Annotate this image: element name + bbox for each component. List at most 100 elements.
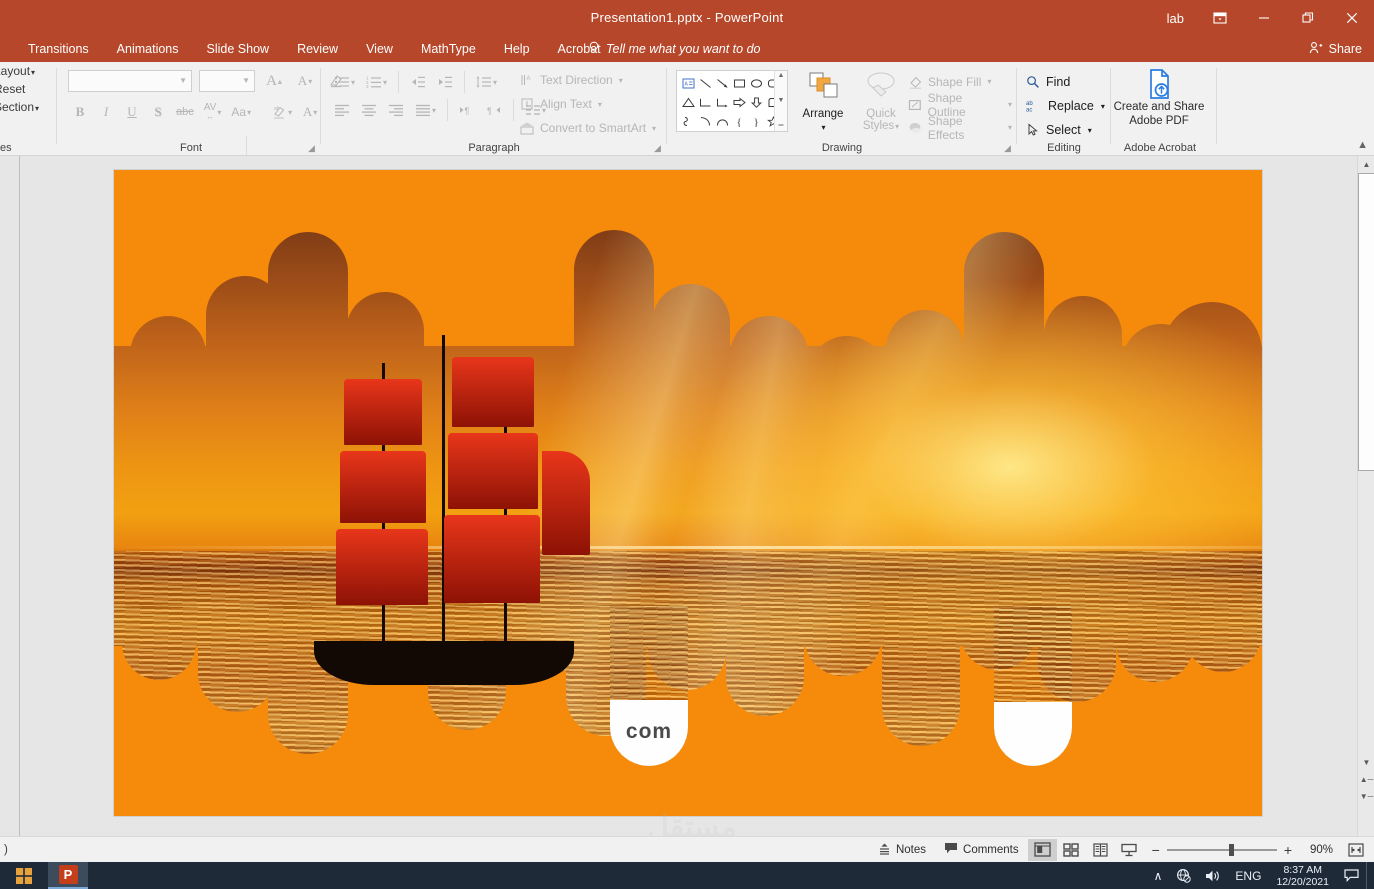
decrease-font-size-button[interactable]: A ▾	[293, 69, 317, 93]
zoom-slider-knob[interactable]	[1228, 843, 1234, 856]
right-brace-shape[interactable]: }	[748, 112, 765, 131]
scroll-up-icon[interactable]: ▲	[1358, 156, 1374, 173]
vertical-scrollbar[interactable]: ▲ ▼ ▲─ ▼─	[1357, 156, 1374, 836]
text-highlight-color-button[interactable]: ab ▾	[267, 100, 296, 124]
italic-button[interactable]: I	[94, 100, 118, 124]
tab-review[interactable]: Review	[283, 36, 352, 62]
slide-show-icon[interactable]	[1115, 839, 1144, 861]
align-center-icon[interactable]	[357, 98, 381, 122]
tell-me-search[interactable]: Tell me what you want to do	[588, 36, 761, 62]
create-and-share-adobe-pdf-button[interactable]: Create and Share Adobe PDF	[1104, 68, 1214, 128]
zoom-slider[interactable]	[1166, 843, 1277, 856]
align-left-icon[interactable]	[330, 98, 354, 122]
font-name-input[interactable]: ▼	[68, 70, 192, 92]
arrange-button[interactable]: Arrange ▾	[798, 70, 848, 134]
scroll-down-icon[interactable]: ▼	[1358, 754, 1374, 771]
change-case-button[interactable]: Aa ▾	[227, 100, 255, 124]
zoom-percentage[interactable]: 90%	[1299, 844, 1333, 856]
white-dome-shape[interactable]	[994, 606, 1072, 766]
tab-slide-show[interactable]: Slide Show	[193, 36, 284, 62]
slide-sorter-icon[interactable]	[1057, 839, 1086, 861]
tab-view[interactable]: View	[352, 36, 407, 62]
triangle-shape[interactable]	[680, 93, 697, 112]
zoom-out-button[interactable]: −	[1152, 842, 1160, 858]
volume-icon[interactable]	[1198, 869, 1228, 883]
arrow-shape[interactable]	[714, 74, 731, 93]
show-desktop-button[interactable]	[1366, 862, 1374, 889]
layout-button[interactable]: Layout▾	[0, 62, 50, 80]
normal-view-icon[interactable]	[1027, 838, 1057, 861]
share-button[interactable]: Share	[1309, 36, 1362, 62]
line-shape[interactable]	[697, 74, 714, 93]
notes-button[interactable]: Notes	[869, 839, 935, 861]
tray-chevron-icon[interactable]: ∧	[1147, 869, 1170, 883]
restore-icon[interactable]	[1286, 0, 1330, 36]
increase-font-size-button[interactable]: A ▴	[262, 69, 286, 93]
reading-view-icon[interactable]	[1086, 839, 1115, 861]
white-shape-with-text[interactable]: com	[610, 606, 688, 766]
scribble-shape[interactable]	[680, 112, 697, 131]
tab-mathtype[interactable]: MathType	[407, 36, 490, 62]
right-to-left-icon[interactable]: ¶	[482, 98, 506, 122]
language-indicator[interactable]: ENG	[1228, 869, 1268, 883]
select-button[interactable]: Select ▾	[1026, 118, 1105, 142]
shapes-more-icon[interactable]: ═	[779, 122, 784, 130]
zoom-in-button[interactable]: +	[1284, 842, 1292, 858]
oval-shape[interactable]	[748, 74, 765, 93]
decrease-indent-icon[interactable]	[406, 70, 430, 94]
slide-thumbnail-pane[interactable]	[0, 156, 20, 836]
curve-shape[interactable]	[714, 112, 731, 131]
font-color-button[interactable]: A ▾	[298, 100, 322, 124]
pane-splitter[interactable]	[20, 156, 22, 836]
shapes-gallery[interactable]: A { } ▲ ▼ ═	[676, 70, 788, 132]
underline-button[interactable]: U	[120, 100, 144, 124]
tab-transitions[interactable]: Transitions	[14, 36, 103, 62]
powerpoint-icon[interactable]: P	[48, 862, 88, 889]
scrollbar-thumb[interactable]	[1358, 173, 1374, 471]
tab-help[interactable]: Help	[490, 36, 544, 62]
network-offline-icon[interactable]	[1169, 868, 1198, 883]
replace-button[interactable]: ab ac Replace ▾	[1026, 94, 1105, 118]
comments-button[interactable]: Comments	[935, 839, 1028, 861]
shapes-scroll-down-icon[interactable]: ▼	[778, 97, 785, 105]
zoom-control[interactable]: − + 90%	[1144, 842, 1341, 858]
shapes-gallery-scrollbar[interactable]: ▲ ▼ ═	[774, 71, 787, 131]
account-name[interactable]: lab	[1153, 11, 1198, 26]
section-button[interactable]: Section▾	[0, 98, 50, 116]
next-slide-icon[interactable]: ▼─	[1358, 788, 1374, 805]
quick-styles-button[interactable]: Quick Styles▾	[856, 70, 906, 133]
action-center-icon[interactable]	[1337, 869, 1366, 882]
shapes-scroll-up-icon[interactable]: ▲	[778, 72, 785, 80]
close-icon[interactable]	[1330, 0, 1374, 36]
clock[interactable]: 8:37 AM 12/20/2021	[1268, 864, 1337, 888]
minimize-icon[interactable]	[1242, 0, 1286, 36]
font-size-input[interactable]: ▼	[199, 70, 255, 92]
collapse-ribbon-icon[interactable]: ▲	[1357, 139, 1368, 151]
numbering-icon[interactable]: 123 ▾	[362, 70, 391, 94]
reset-button[interactable]: Reset	[0, 80, 50, 98]
drawing-dialog-launcher[interactable]: ◢	[1004, 143, 1014, 153]
font-dialog-launcher[interactable]: ◢	[308, 143, 318, 153]
text-shadow-button[interactable]: S	[146, 100, 170, 124]
rectangle-shape[interactable]	[731, 74, 748, 93]
justify-icon[interactable]: ▾	[411, 98, 440, 122]
start-icon[interactable]	[0, 862, 48, 889]
left-brace-shape[interactable]: {	[731, 112, 748, 131]
strikethrough-button[interactable]: abc	[172, 100, 198, 124]
fit-slide-to-window-icon[interactable]	[1341, 839, 1370, 861]
right-arrow-shape[interactable]	[731, 93, 748, 112]
elbow-arrow-shape[interactable]	[714, 93, 731, 112]
text-direction-button[interactable]: A Text Direction ▾	[520, 68, 670, 92]
previous-slide-icon[interactable]: ▲─	[1358, 771, 1374, 788]
align-text-button[interactable]: Align Text ▾	[520, 92, 670, 116]
chevron-down-icon[interactable]: ▾	[799, 121, 848, 134]
tab-animations[interactable]: Animations	[103, 36, 193, 62]
textbox-shape[interactable]: A	[680, 74, 697, 93]
find-button[interactable]: Find	[1026, 70, 1105, 94]
line-spacing-icon[interactable]: ▾	[472, 70, 501, 94]
bullets-icon[interactable]: ▾	[330, 70, 359, 94]
paragraph-dialog-launcher[interactable]: ◢	[654, 143, 664, 153]
convert-to-smartart-button[interactable]: Convert to SmartArt ▾	[520, 116, 670, 140]
align-right-icon[interactable]	[384, 98, 408, 122]
down-arrow-shape[interactable]	[748, 93, 765, 112]
